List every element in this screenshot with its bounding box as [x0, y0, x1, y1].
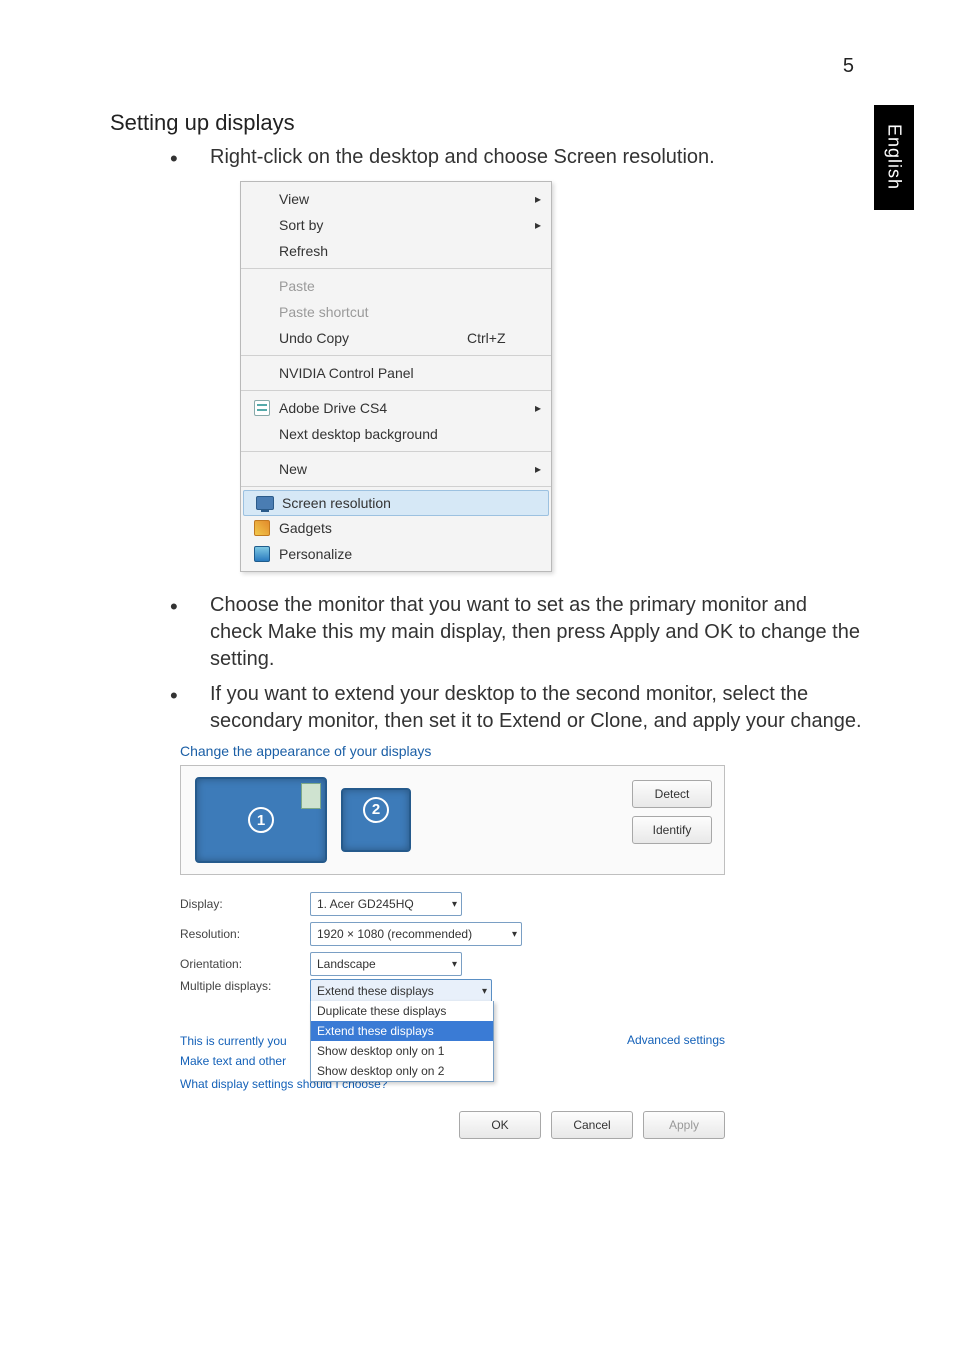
screen-resolution-dialog: Change the appearance of your displays 1…	[180, 743, 725, 1139]
orientation-select[interactable]: Landscape ▾	[310, 952, 462, 976]
gadgets-icon	[254, 520, 270, 536]
ctx-refresh[interactable]: Refresh	[241, 238, 551, 264]
ctx-sort-label: Sort by	[275, 217, 467, 233]
ctx-paste-shortcut: Paste shortcut	[241, 299, 551, 325]
resolution-label: Resolution:	[180, 927, 300, 941]
ok-button[interactable]: OK	[459, 1111, 541, 1139]
resolution-select[interactable]: 1920 × 1080 (recommended) ▾	[310, 922, 522, 946]
ctx-paste-label: Paste	[275, 278, 467, 294]
monitor-2[interactable]: 2	[341, 788, 411, 852]
bullet-primary-monitor: Choose the monitor that you want to set …	[170, 592, 864, 673]
monitor-1[interactable]: 1	[195, 777, 327, 863]
apply-button[interactable]: Apply	[643, 1111, 725, 1139]
ctx-nvidia[interactable]: NVIDIA Control Panel	[241, 360, 551, 386]
detect-button[interactable]: Detect	[632, 780, 712, 808]
display-label: Display:	[180, 897, 300, 911]
display-select-value: 1. Acer GD245HQ	[317, 897, 414, 911]
ctx-screenres-label: Screen resolution	[278, 495, 464, 511]
desktop-context-menu: View ▸ Sort by ▸ Refresh	[240, 181, 552, 572]
ctx-undo-label: Undo Copy	[275, 330, 467, 346]
multiple-displays-value: Extend these displays	[317, 984, 434, 998]
ctx-personalize[interactable]: Personalize	[241, 541, 551, 567]
multiple-displays-select[interactable]: Extend these displays ▾ Duplicate these …	[310, 979, 492, 1003]
opt-only-2[interactable]: Show desktop only on 2	[311, 1061, 493, 1081]
dropdown-caret-icon: ▾	[482, 986, 487, 997]
display-preview: 1 2 Detect Identify	[180, 765, 725, 875]
multiple-displays-dropdown: Duplicate these displays Extend these di…	[310, 1001, 494, 1082]
page-number: 5	[843, 55, 854, 78]
ctx-undo-shortcut: Ctrl+Z	[467, 330, 527, 346]
opt-duplicate[interactable]: Duplicate these displays	[311, 1001, 493, 1021]
monitor-2-number: 2	[363, 797, 389, 823]
ctx-adobe-drive[interactable]: Adobe Drive CS4 ▸	[241, 395, 551, 421]
submenu-arrow-icon: ▸	[527, 401, 541, 415]
display-select[interactable]: 1. Acer GD245HQ ▾	[310, 892, 462, 916]
submenu-arrow-icon: ▸	[527, 192, 541, 206]
dropdown-caret-icon: ▾	[512, 929, 517, 940]
resolution-select-value: 1920 × 1080 (recommended)	[317, 927, 472, 941]
dialog-title: Change the appearance of your displays	[180, 743, 725, 759]
submenu-arrow-icon: ▸	[527, 218, 541, 232]
opt-extend[interactable]: Extend these displays	[311, 1021, 493, 1041]
cancel-button[interactable]: Cancel	[551, 1111, 633, 1139]
make-text-link[interactable]: Make text and other	[180, 1054, 286, 1068]
ctx-sort-by[interactable]: Sort by ▸	[241, 212, 551, 238]
orientation-select-value: Landscape	[317, 957, 376, 971]
ctx-gadgets-label: Gadgets	[275, 520, 467, 536]
currently-text: This is currently you	[180, 1034, 287, 1048]
ctx-refresh-label: Refresh	[275, 243, 467, 259]
opt-only-1[interactable]: Show desktop only on 1	[311, 1041, 493, 1061]
multiple-displays-label: Multiple displays:	[180, 979, 300, 993]
language-tab: English	[874, 105, 914, 210]
ctx-screen-resolution[interactable]: Screen resolution	[243, 490, 549, 516]
bullet-rightclick: Right-click on the desktop and choose Sc…	[170, 144, 864, 171]
identify-button[interactable]: Identify	[632, 816, 712, 844]
ctx-nvidia-label: NVIDIA Control Panel	[275, 365, 467, 381]
ctx-paste: Paste	[241, 273, 551, 299]
ctx-undo-copy[interactable]: Undo Copy Ctrl+Z	[241, 325, 551, 351]
ctx-personalize-label: Personalize	[275, 546, 467, 562]
monitor-1-number: 1	[248, 807, 274, 833]
ctx-nextbg-label: Next desktop background	[275, 426, 467, 442]
ctx-next-background[interactable]: Next desktop background	[241, 421, 551, 447]
personalize-icon	[254, 546, 270, 562]
ctx-view-label: View	[275, 191, 467, 207]
ctx-new-label: New	[275, 461, 467, 477]
monitor-icon	[256, 496, 274, 510]
dropdown-caret-icon: ▾	[452, 959, 457, 970]
section-heading: Setting up displays	[110, 110, 864, 136]
advanced-settings-link[interactable]: Advanced settings	[627, 1033, 725, 1047]
ctx-adobe-label: Adobe Drive CS4	[275, 400, 467, 416]
ctx-view[interactable]: View ▸	[241, 186, 551, 212]
ctx-gadgets[interactable]: Gadgets	[241, 515, 551, 541]
ctx-paste-shortcut-label: Paste shortcut	[275, 304, 467, 320]
submenu-arrow-icon: ▸	[527, 462, 541, 476]
adobe-drive-icon	[254, 400, 270, 416]
bullet-extend-desktop: If you want to extend your desktop to th…	[170, 681, 864, 735]
orientation-label: Orientation:	[180, 957, 300, 971]
dropdown-caret-icon: ▾	[452, 899, 457, 910]
ctx-new[interactable]: New ▸	[241, 456, 551, 482]
